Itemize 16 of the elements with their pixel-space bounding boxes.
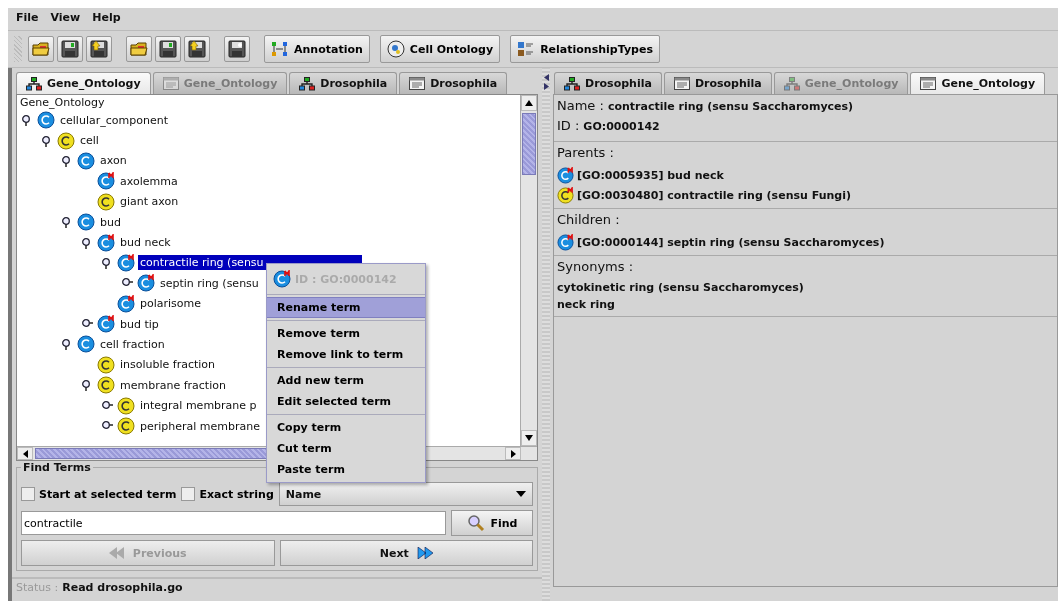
status-label: Status : xyxy=(16,580,59,594)
field-label: ID : xyxy=(557,118,580,133)
term-entry: [GO:0030480] contractile ring (sensu Fungi) xyxy=(577,188,851,202)
status-text: Read drosophila.go xyxy=(62,580,183,594)
field-value: GO:0000142 xyxy=(583,120,660,133)
field-value: contractile ring (sensu Saccharomyces) xyxy=(607,100,854,113)
term-entry: [GO:0000144] septin ring (sensu Saccharomyces) xyxy=(577,235,885,249)
section-title: Synonyms : xyxy=(557,259,635,276)
term-entry: cytokinetic ring (sensu Saccharomyces) xyxy=(557,281,804,294)
tree-root: Gene_Ontology xyxy=(20,96,106,110)
term-entry: [GO:0005935] bud neck xyxy=(577,168,724,182)
field-label: Name : xyxy=(557,98,604,113)
section-title: Parents : xyxy=(557,145,615,162)
group-title: Find Terms xyxy=(21,461,93,474)
section-title: Children : xyxy=(557,212,621,229)
term-entry: neck ring xyxy=(557,298,615,311)
